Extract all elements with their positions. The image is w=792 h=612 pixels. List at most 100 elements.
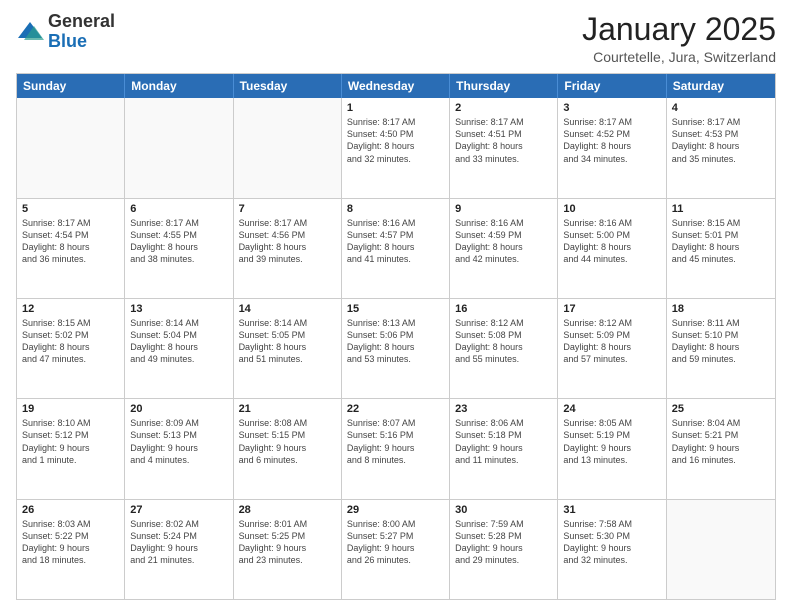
day-info: Sunrise: 8:00 AM Sunset: 5:27 PM Dayligh… xyxy=(347,518,444,567)
month-title: January 2025 xyxy=(582,12,776,47)
day-number: 8 xyxy=(347,203,444,215)
day-number: 15 xyxy=(347,303,444,315)
day-number: 30 xyxy=(455,504,552,516)
day-number: 16 xyxy=(455,303,552,315)
header-day-tuesday: Tuesday xyxy=(234,74,342,98)
calendar-header: SundayMondayTuesdayWednesdayThursdayFrid… xyxy=(17,74,775,98)
day-cell-23: 23 Sunrise: 8:06 AM Sunset: 5:18 PM Dayli… xyxy=(450,399,558,498)
day-cell-10: 10Sunrise: 8:16 AM Sunset: 5:00 PM Dayli… xyxy=(558,199,666,298)
day-cell-6: 6 Sunrise: 8:17 AM Sunset: 4:55 PM Daylig… xyxy=(125,199,233,298)
day-number: 1 xyxy=(347,102,444,114)
day-cell-9: 9 Sunrise: 8:16 AM Sunset: 4:59 PM Daylig… xyxy=(450,199,558,298)
week-row-0: 1Sunrise: 8:17 AM Sunset: 4:50 PM Daylig… xyxy=(17,98,775,197)
day-info: Sunrise: 8:16 AM Sunset: 5:00 PM Dayligh… xyxy=(563,217,660,266)
day-info: Sunrise: 8:17 AM Sunset: 4:51 PM Dayligh… xyxy=(455,116,552,165)
day-info: Sunrise: 8:12 AM Sunset: 5:08 PM Dayligh… xyxy=(455,317,552,366)
day-info: Sunrise: 8:11 AM Sunset: 5:10 PM Dayligh… xyxy=(672,317,770,366)
day-number: 6 xyxy=(130,203,227,215)
day-number: 22 xyxy=(347,403,444,415)
week-row-2: 12Sunrise: 8:15 AM Sunset: 5:02 PM Dayli… xyxy=(17,298,775,398)
day-info: Sunrise: 7:59 AM Sunset: 5:28 PM Dayligh… xyxy=(455,518,552,567)
day-number: 5 xyxy=(22,203,119,215)
day-info: Sunrise: 8:17 AM Sunset: 4:55 PM Dayligh… xyxy=(130,217,227,266)
logo: General Blue xyxy=(16,12,115,52)
day-cell-4: 4 Sunrise: 8:17 AM Sunset: 4:53 PM Daylig… xyxy=(667,98,775,197)
day-info: Sunrise: 8:02 AM Sunset: 5:24 PM Dayligh… xyxy=(130,518,227,567)
logo-text: General Blue xyxy=(48,12,115,52)
page: General Blue January 2025 Courtetelle, J… xyxy=(0,0,792,612)
day-info: Sunrise: 8:01 AM Sunset: 5:25 PM Dayligh… xyxy=(239,518,336,567)
day-cell-15: 15Sunrise: 8:13 AM Sunset: 5:06 PM Dayli… xyxy=(342,299,450,398)
day-info: Sunrise: 8:17 AM Sunset: 4:54 PM Dayligh… xyxy=(22,217,119,266)
day-number: 3 xyxy=(563,102,660,114)
day-info: Sunrise: 8:17 AM Sunset: 4:52 PM Dayligh… xyxy=(563,116,660,165)
header-day-monday: Monday xyxy=(125,74,233,98)
day-number: 21 xyxy=(239,403,336,415)
day-cell-20: 20Sunrise: 8:09 AM Sunset: 5:13 PM Dayli… xyxy=(125,399,233,498)
day-number: 27 xyxy=(130,504,227,516)
day-cell-31: 31Sunrise: 7:58 AM Sunset: 5:30 PM Dayli… xyxy=(558,500,666,599)
day-number: 26 xyxy=(22,504,119,516)
day-number: 2 xyxy=(455,102,552,114)
day-cell-16: 16 Sunrise: 8:12 AM Sunset: 5:08 PM Dayli… xyxy=(450,299,558,398)
calendar: SundayMondayTuesdayWednesdayThursdayFrid… xyxy=(16,73,776,600)
header-day-thursday: Thursday xyxy=(450,74,558,98)
day-cell-12: 12Sunrise: 8:15 AM Sunset: 5:02 PM Dayli… xyxy=(17,299,125,398)
day-info: Sunrise: 8:16 AM Sunset: 4:59 PM Dayligh… xyxy=(455,217,552,266)
day-cell-7: 7 Sunrise: 8:17 AM Sunset: 4:56 PM Daylig… xyxy=(234,199,342,298)
day-cell-26: 26 Sunrise: 8:03 AM Sunset: 5:22 PM Dayli… xyxy=(17,500,125,599)
day-info: Sunrise: 8:14 AM Sunset: 5:04 PM Dayligh… xyxy=(130,317,227,366)
day-number: 29 xyxy=(347,504,444,516)
day-info: Sunrise: 8:09 AM Sunset: 5:13 PM Dayligh… xyxy=(130,417,227,466)
day-cell-30: 30 Sunrise: 7:59 AM Sunset: 5:28 PM Dayli… xyxy=(450,500,558,599)
day-number: 23 xyxy=(455,403,552,415)
day-cell-2: 2 Sunrise: 8:17 AM Sunset: 4:51 PM Daylig… xyxy=(450,98,558,197)
day-number: 7 xyxy=(239,203,336,215)
day-info: Sunrise: 8:04 AM Sunset: 5:21 PM Dayligh… xyxy=(672,417,770,466)
day-cell-29: 29 Sunrise: 8:00 AM Sunset: 5:27 PM Dayli… xyxy=(342,500,450,599)
day-info: Sunrise: 8:06 AM Sunset: 5:18 PM Dayligh… xyxy=(455,417,552,466)
day-cell-17: 17 Sunrise: 8:12 AM Sunset: 5:09 PM Dayli… xyxy=(558,299,666,398)
day-info: Sunrise: 8:03 AM Sunset: 5:22 PM Dayligh… xyxy=(22,518,119,567)
empty-cell xyxy=(125,98,233,197)
day-info: Sunrise: 8:08 AM Sunset: 5:15 PM Dayligh… xyxy=(239,417,336,466)
empty-cell xyxy=(667,500,775,599)
header-day-saturday: Saturday xyxy=(667,74,775,98)
day-number: 12 xyxy=(22,303,119,315)
day-cell-19: 19 Sunrise: 8:10 AM Sunset: 5:12 PM Dayli… xyxy=(17,399,125,498)
location-title: Courtetelle, Jura, Switzerland xyxy=(582,49,776,65)
day-cell-25: 25Sunrise: 8:04 AM Sunset: 5:21 PM Dayli… xyxy=(667,399,775,498)
day-info: Sunrise: 8:17 AM Sunset: 4:56 PM Dayligh… xyxy=(239,217,336,266)
header-day-wednesday: Wednesday xyxy=(342,74,450,98)
header-day-sunday: Sunday xyxy=(17,74,125,98)
day-cell-24: 24Sunrise: 8:05 AM Sunset: 5:19 PM Dayli… xyxy=(558,399,666,498)
title-block: January 2025 Courtetelle, Jura, Switzerl… xyxy=(582,12,776,65)
day-number: 11 xyxy=(672,203,770,215)
header: General Blue January 2025 Courtetelle, J… xyxy=(16,12,776,65)
day-number: 13 xyxy=(130,303,227,315)
day-number: 24 xyxy=(563,403,660,415)
empty-cell xyxy=(17,98,125,197)
day-info: Sunrise: 8:17 AM Sunset: 4:53 PM Dayligh… xyxy=(672,116,770,165)
day-cell-3: 3 Sunrise: 8:17 AM Sunset: 4:52 PM Daylig… xyxy=(558,98,666,197)
day-number: 17 xyxy=(563,303,660,315)
day-cell-14: 14Sunrise: 8:14 AM Sunset: 5:05 PM Dayli… xyxy=(234,299,342,398)
day-cell-18: 18 Sunrise: 8:11 AM Sunset: 5:10 PM Dayli… xyxy=(667,299,775,398)
day-info: Sunrise: 8:12 AM Sunset: 5:09 PM Dayligh… xyxy=(563,317,660,366)
logo-icon xyxy=(16,18,44,46)
day-number: 9 xyxy=(455,203,552,215)
calendar-body: 1Sunrise: 8:17 AM Sunset: 4:50 PM Daylig… xyxy=(17,98,775,599)
day-number: 14 xyxy=(239,303,336,315)
day-number: 19 xyxy=(22,403,119,415)
day-number: 4 xyxy=(672,102,770,114)
day-cell-1: 1Sunrise: 8:17 AM Sunset: 4:50 PM Daylig… xyxy=(342,98,450,197)
week-row-3: 19 Sunrise: 8:10 AM Sunset: 5:12 PM Dayli… xyxy=(17,398,775,498)
day-info: Sunrise: 8:15 AM Sunset: 5:01 PM Dayligh… xyxy=(672,217,770,266)
day-cell-5: 5 Sunrise: 8:17 AM Sunset: 4:54 PM Daylig… xyxy=(17,199,125,298)
day-cell-11: 11 Sunrise: 8:15 AM Sunset: 5:01 PM Dayli… xyxy=(667,199,775,298)
day-info: Sunrise: 8:10 AM Sunset: 5:12 PM Dayligh… xyxy=(22,417,119,466)
week-row-1: 5 Sunrise: 8:17 AM Sunset: 4:54 PM Daylig… xyxy=(17,198,775,298)
header-day-friday: Friday xyxy=(558,74,666,98)
week-row-4: 26 Sunrise: 8:03 AM Sunset: 5:22 PM Dayli… xyxy=(17,499,775,599)
day-number: 18 xyxy=(672,303,770,315)
